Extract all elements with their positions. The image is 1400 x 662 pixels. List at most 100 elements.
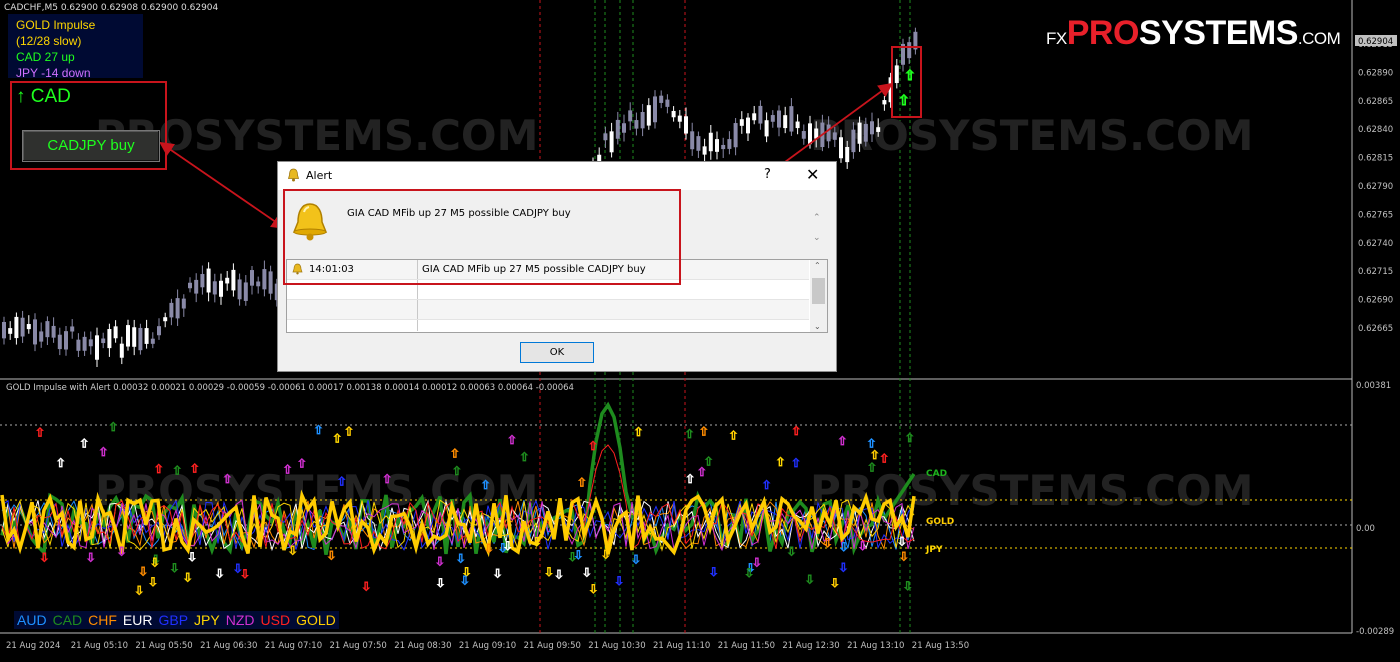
signal-arrow-icon: ⇩ — [493, 566, 503, 580]
legend-item-aud: AUD — [17, 612, 47, 628]
signal-arrow-icon: ⇩ — [117, 544, 127, 558]
time-tick-label: 21 Aug 12:30 — [782, 641, 839, 651]
candle-body — [739, 119, 744, 126]
signal-arrow-icon: ⇩ — [805, 572, 815, 586]
info-indicator-settings: (12/28 slow) — [16, 34, 82, 48]
signal-arrow-icon: ⇧ — [332, 432, 342, 446]
candle-body — [808, 123, 812, 145]
price-tick-label: 0.62865 — [1358, 97, 1393, 107]
signal-arrow-icon: ⇩ — [899, 549, 909, 563]
candle-body — [219, 280, 223, 297]
candle-body — [721, 144, 726, 150]
indicator-tick-label: 0.00381 — [1356, 381, 1391, 391]
price-tick-label: 0.62815 — [1358, 154, 1393, 164]
signal-arrow-icon: ⇩ — [148, 575, 158, 589]
currency-legend: AUD CAD CHF EUR GBP JPY NZD USD GOLD — [14, 611, 339, 629]
candle-body — [845, 146, 850, 163]
time-tick-label: 21 Aug 2024 — [6, 641, 60, 651]
candle-body — [659, 95, 664, 103]
table-row[interactable] — [287, 300, 809, 320]
candle-body — [206, 268, 211, 293]
signal-arrow-icon: ⇩ — [830, 576, 840, 590]
candle-body — [634, 120, 639, 129]
candle-body — [212, 281, 217, 295]
candle-body — [690, 131, 695, 150]
signal-arrow-icon: ⇩ — [86, 551, 96, 565]
message-scroll-arrows[interactable]: ⌃ ⌄ — [813, 208, 821, 248]
candle-body — [20, 317, 25, 337]
series-end-label: GOLD — [926, 517, 954, 527]
candle-body — [119, 343, 124, 358]
signal-arrow-icon: ⇩ — [532, 535, 542, 549]
signal-arrow-icon: ⇧ — [337, 475, 347, 489]
signal-arrow-icon: ⇧ — [704, 454, 714, 468]
price-tick-label: 0.62765 — [1358, 210, 1393, 220]
candle-body — [26, 324, 31, 330]
signal-arrow-icon: ⇧ — [154, 462, 164, 476]
candle-body — [628, 110, 633, 122]
signal-arrow-icon: ⇩ — [288, 543, 298, 557]
signal-arrow-icon: ⇧ — [481, 478, 491, 492]
series-end-label: CAD — [926, 469, 947, 479]
candle-body — [653, 96, 657, 123]
up-arrow-icon: ↑ — [16, 86, 26, 107]
signal-arrow-icon: ⇧ — [172, 464, 182, 478]
watermark: PROSYSTEMS.COM — [810, 111, 1253, 160]
legend-item-gbp: GBP — [158, 612, 189, 628]
signal-arrow-icon: ⇧ — [283, 463, 293, 477]
candle-body — [615, 119, 620, 139]
candle-body — [801, 131, 806, 139]
table-row[interactable] — [287, 320, 809, 331]
candle-body — [95, 335, 99, 360]
signal-arrow-icon: ⇧ — [382, 472, 392, 486]
candle-body — [250, 270, 254, 286]
candle-body — [2, 321, 6, 339]
signal-arrow-icon: ⇩ — [838, 560, 848, 574]
help-button[interactable]: ? — [764, 167, 771, 182]
candle-body — [181, 298, 186, 309]
signal-currency-label: CAD — [30, 86, 71, 107]
candle-body — [70, 326, 75, 332]
candle-body — [194, 279, 199, 294]
signal-arrow-icon: ⇧ — [837, 434, 847, 448]
price-tick-label: 0.62715 — [1358, 267, 1393, 277]
ok-button[interactable]: OK — [520, 342, 594, 363]
signal-arrow-icon: ⇩ — [786, 545, 796, 559]
signal-arrow-icon: ⇩ — [544, 565, 554, 579]
signal-arrow-icon: ⇧ — [588, 439, 598, 453]
signal-arrow-icon: ⇧ — [450, 446, 460, 460]
price-tick-label: 0.62790 — [1358, 182, 1393, 192]
candle-body — [157, 326, 161, 336]
trade-button[interactable]: CADJPY buy — [22, 130, 160, 162]
candle-body — [138, 327, 143, 351]
candle-body — [777, 110, 781, 128]
signal-arrow-icon: ⇩ — [484, 541, 494, 555]
signal-arrow-icon: ⇩ — [435, 576, 445, 590]
symbol-header: CADCHF,M5 0.62900 0.62908 0.62900 0.6290… — [4, 3, 219, 13]
close-button[interactable]: ✕ — [806, 165, 819, 184]
candle-body — [126, 325, 130, 347]
current-price-label: 0.62904 — [1358, 37, 1393, 47]
signal-arrow-icon: ⇩ — [503, 539, 513, 553]
candle-body — [237, 279, 242, 300]
candle-body — [851, 129, 856, 153]
candle-body — [8, 328, 13, 334]
alert-titlebar[interactable]: Alert ? ✕ — [278, 162, 836, 190]
time-tick-label: 21 Aug 05:50 — [135, 641, 192, 651]
time-tick-label: 21 Aug 08:30 — [394, 641, 451, 651]
info-strong-currency: CAD 27 up — [16, 50, 75, 64]
candle-body — [876, 127, 881, 132]
signal-arrow-icon: ⇧ — [762, 478, 772, 492]
candle-body — [665, 99, 670, 107]
table-scrollbar[interactable]: ⌃ ⌄ — [810, 260, 827, 332]
signal-arrow-icon: ⇧ — [222, 472, 232, 486]
series-end-label: JPY — [925, 545, 943, 555]
signal-arrow-icon: ⇩ — [134, 583, 144, 597]
time-tick-label: 21 Aug 11:10 — [653, 641, 710, 651]
legend-item-jpy: JPY — [194, 612, 220, 628]
price-tick-label: 0.62840 — [1358, 125, 1393, 135]
candle-body — [82, 336, 87, 351]
candle-body — [169, 302, 174, 318]
indicator-tick-label: -0.00289 — [1356, 627, 1394, 637]
time-tick-label: 21 Aug 11:50 — [718, 641, 775, 651]
